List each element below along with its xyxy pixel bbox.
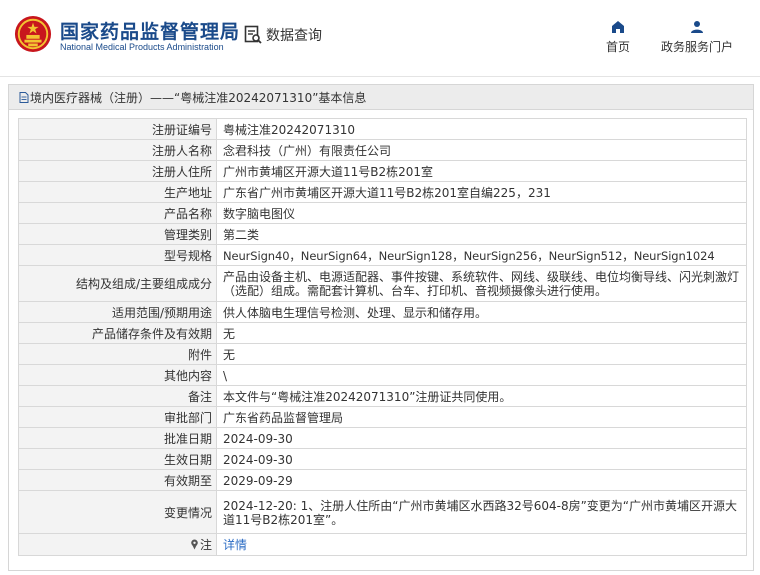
panel-title: 境内医疗器械（注册）——“粤械注准20242071310”基本信息 <box>30 90 367 105</box>
table-row: 注 详情 <box>18 533 747 556</box>
row-value: 粤械注准20242071310 <box>216 118 747 140</box>
table-row: 变更情况 2024-12-20: 1、注册人住所由“广州市黄埔区水西路32号60… <box>18 490 747 534</box>
row-label: 注册人住所 <box>18 160 217 182</box>
user-icon <box>691 21 703 33</box>
brand-title-cn[interactable]: 国家药品监督管理局 <box>60 17 240 44</box>
row-value: 产品由设备主机、电源适配器、事件按键、系统软件、网线、级联线、电位均衡导线、闪光… <box>216 265 747 302</box>
note-label-cell: 注 <box>18 533 217 556</box>
info-table: 注册证编号 粤械注准20242071310 注册人名称 念君科技（广州）有限责任… <box>18 118 747 556</box>
row-label: 备注 <box>18 385 217 407</box>
detail-panel: 境内医疗器械（注册）——“粤械注准20242071310”基本信息 注册证编号 … <box>8 84 754 571</box>
row-value: 2024-09-30 <box>216 427 747 449</box>
row-label: 型号规格 <box>18 244 217 266</box>
row-value: 广东省广州市黄埔区开源大道11号B2栋201室自编225，231 <box>216 181 747 203</box>
row-value: 念君科技（广州）有限责任公司 <box>216 139 747 161</box>
row-value: \ <box>216 364 747 386</box>
row-label: 产品储存条件及有效期 <box>18 322 217 344</box>
row-value: 2024-09-30 <box>216 448 747 470</box>
row-label: 其他内容 <box>18 364 217 386</box>
row-label: 审批部门 <box>18 406 217 428</box>
table-row: 产品名称 数字脑电图仪 <box>18 202 747 224</box>
row-value: 本文件与“粤械注准20242071310”注册证共同使用。 <box>216 385 747 407</box>
data-query-label: 数据查询 <box>266 28 322 44</box>
table-row: 管理类别 第二类 <box>18 223 747 245</box>
document-icon <box>19 91 29 103</box>
table-row: 注册证编号 粤械注准20242071310 <box>18 118 747 140</box>
nav-home-label: 首页 <box>606 40 631 54</box>
table-row: 批准日期 2024-09-30 <box>18 427 747 449</box>
row-value: 广东省药品监督管理局 <box>216 406 747 428</box>
details-link[interactable]: 详情 <box>223 538 247 552</box>
row-label: 注册证编号 <box>18 118 217 140</box>
home-icon <box>612 21 624 33</box>
row-value: 2024-12-20: 1、注册人住所由“广州市黄埔区水西路32号604-8房”… <box>216 490 747 534</box>
row-label: 生产地址 <box>18 181 217 203</box>
note-value-cell: 详情 <box>216 533 747 556</box>
panel-header: 境内医疗器械（注册）——“粤械注准20242071310”基本信息 <box>9 85 753 110</box>
row-value: 第二类 <box>216 223 747 245</box>
data-query-link[interactable]: 数据查询 <box>244 25 322 45</box>
row-label: 产品名称 <box>18 202 217 224</box>
row-value: 数字脑电图仪 <box>216 202 747 224</box>
row-value: 无 <box>216 322 747 344</box>
table-row: 其他内容 \ <box>18 364 747 386</box>
row-label: 管理类别 <box>18 223 217 245</box>
header-divider <box>0 76 760 77</box>
row-label: 生效日期 <box>18 448 217 470</box>
table-row: 备注 本文件与“粤械注准20242071310”注册证共同使用。 <box>18 385 747 407</box>
site-header: 国家药品监督管理局 National Medical Products Admi… <box>0 0 760 76</box>
row-value: 无 <box>216 343 747 365</box>
row-value: NeurSign40，NeurSign64，NeurSign128，NeurSi… <box>216 244 747 266</box>
table-row: 注册人住所 广州市黄埔区开源大道11号B2栋201室 <box>18 160 747 182</box>
row-value: 广州市黄埔区开源大道11号B2栋201室 <box>216 160 747 182</box>
table-row: 产品储存条件及有效期 无 <box>18 322 747 344</box>
note-label: 注 <box>199 538 212 552</box>
table-row: 附件 无 <box>18 343 747 365</box>
national-emblem-icon[interactable] <box>14 15 52 53</box>
row-value: 2029-09-29 <box>216 469 747 491</box>
row-label: 适用范围/预期用途 <box>18 301 217 323</box>
table-row: 有效期至 2029-09-29 <box>18 469 747 491</box>
document-search-icon <box>244 25 262 44</box>
table-row: 注册人名称 念君科技（广州）有限责任公司 <box>18 139 747 161</box>
row-value: 供人体脑电生理信号检测、处理、显示和储存用。 <box>216 301 747 323</box>
row-label: 批准日期 <box>18 427 217 449</box>
row-label: 变更情况 <box>18 490 217 534</box>
row-label: 注册人名称 <box>18 139 217 161</box>
nav-gov-service[interactable]: 政务服务门户 <box>661 20 733 55</box>
table-row: 适用范围/预期用途 供人体脑电生理信号检测、处理、显示和储存用。 <box>18 301 747 323</box>
table-row: 生产地址 广东省广州市黄埔区开源大道11号B2栋201室自编225，231 <box>18 181 747 203</box>
table-row: 生效日期 2024-09-30 <box>18 448 747 470</box>
pin-icon <box>191 539 198 550</box>
table-row: 型号规格 NeurSign40，NeurSign64，NeurSign128，N… <box>18 244 747 266</box>
table-row: 审批部门 广东省药品监督管理局 <box>18 406 747 428</box>
row-label: 有效期至 <box>18 469 217 491</box>
nav-home[interactable]: 首页 <box>606 20 630 55</box>
row-label: 结构及组成/主要组成成分 <box>18 265 217 302</box>
table-row: 结构及组成/主要组成成分 产品由设备主机、电源适配器、事件按键、系统软件、网线、… <box>18 265 747 302</box>
brand-title-en: National Medical Products Administration <box>60 42 224 52</box>
nav-gov-service-label: 政务服务门户 <box>661 40 734 54</box>
row-label: 附件 <box>18 343 217 365</box>
